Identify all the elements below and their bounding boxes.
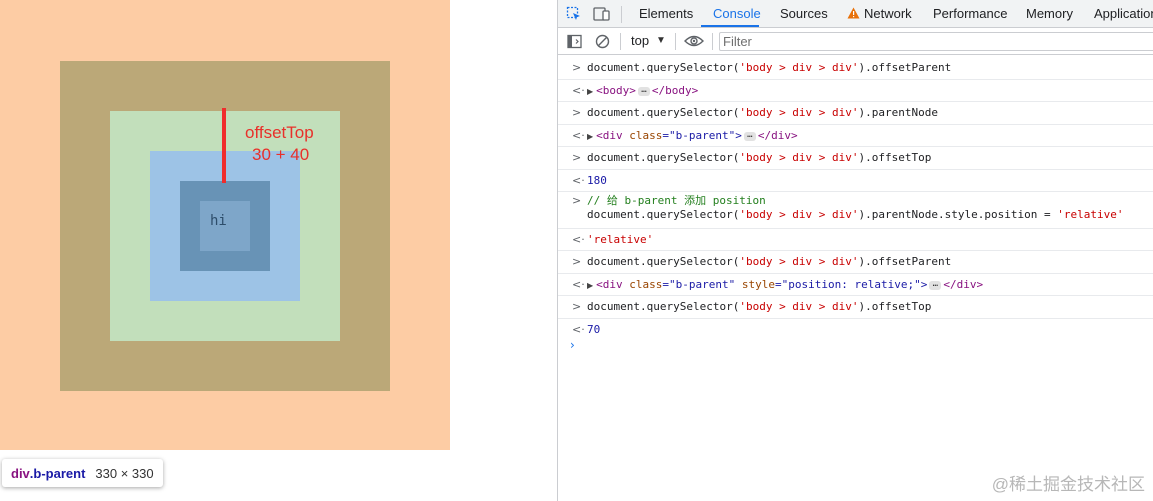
tooltip-size: 330 × 330 — [95, 465, 154, 481]
active-tab-underline — [701, 25, 759, 27]
chevron-down-icon[interactable]: ▼ — [656, 35, 666, 46]
filter-input[interactable] — [719, 32, 1153, 51]
console-output-row: <· 180 — [558, 170, 1153, 192]
sidebar-icon[interactable] — [565, 32, 583, 50]
tab-memory[interactable]: Memory — [1026, 0, 1073, 27]
rendered-page: hi offsetTop 30 + 40 div .b-parent 330 × … — [0, 0, 557, 501]
expand-triangle-icon[interactable]: ▶ — [587, 132, 593, 141]
output-arrow-icon: <· — [572, 129, 585, 142]
input-chevron-icon: > — [572, 194, 582, 207]
context-selector[interactable]: top — [631, 33, 649, 48]
input-chevron-icon: > — [572, 151, 582, 164]
tooltip-class: .b-parent — [29, 465, 86, 481]
tab-sources[interactable]: Sources — [780, 0, 828, 27]
console-output-row: <· 70 — [558, 319, 1153, 341]
input-chevron-icon: > — [572, 300, 582, 313]
inspect-element-icon[interactable] — [565, 5, 583, 23]
console-input-row: > document.querySelector('body > div > di… — [558, 57, 1153, 80]
console-input-row: > document.querySelector('body > div > di… — [558, 251, 1153, 274]
devtools-panel: Elements Console Sources Network Perform… — [557, 0, 1153, 501]
tab-elements[interactable]: Elements — [639, 0, 693, 27]
warning-icon — [846, 6, 860, 20]
watermark: @稀土掘金技术社区 — [991, 475, 1145, 494]
console-output-row: <·'relative' — [558, 229, 1153, 251]
output-arrow-icon: <· — [572, 233, 585, 246]
inner-text-box: hi — [200, 201, 250, 251]
tooltip-tag: div — [11, 465, 30, 481]
toolbar-separator — [675, 33, 676, 50]
input-chevron-icon: > — [572, 106, 582, 119]
tab-network[interactable]: Network — [864, 0, 912, 27]
output-arrow-icon: <· — [572, 84, 585, 97]
element-inspect-tooltip: div .b-parent 330 × 330 — [2, 459, 163, 487]
tab-application[interactable]: Application — [1094, 0, 1153, 27]
console-output-row[interactable]: <· ▶ <div class="b-parent">… </div> — [558, 125, 1153, 147]
console-input-row: > document.querySelector('body > div > di… — [558, 147, 1153, 170]
tab-console[interactable]: Console — [713, 0, 761, 27]
devtools-tabbar: Elements Console Sources Network Perform… — [558, 0, 1153, 28]
expand-triangle-icon[interactable]: ▶ — [587, 87, 593, 96]
console-log: > document.querySelector('body > div > di… — [558, 57, 1153, 341]
output-arrow-icon: <· — [572, 278, 585, 291]
console-input-row: > document.querySelector('body > div > di… — [558, 296, 1153, 319]
tabbar-separator — [621, 6, 622, 23]
console-output-row[interactable]: <· ▶ <body>… </body> — [558, 80, 1153, 102]
console-output-row[interactable]: <· ▶ <div class="b-parent" style="position… — [558, 274, 1153, 296]
ellipsis-icon[interactable]: … — [929, 279, 942, 290]
device-toggle-icon[interactable] — [593, 5, 611, 23]
annotation-offsettop: offsetTop — [245, 123, 314, 142]
annotation-sum: 30 + 40 — [252, 145, 310, 164]
offset-top-indicator-line — [222, 108, 226, 183]
output-arrow-icon: <· — [572, 174, 585, 187]
toolbar-separator — [712, 33, 713, 50]
expand-triangle-icon[interactable]: ▶ — [587, 281, 593, 290]
ellipsis-icon[interactable]: … — [743, 130, 756, 141]
toolbar-separator — [620, 33, 621, 50]
console-input-row: >// 给 b-parent 添加 position document.quer… — [558, 192, 1153, 229]
clear-console-icon[interactable] — [593, 32, 611, 50]
input-chevron-icon: > — [572, 255, 582, 268]
ellipsis-icon[interactable]: … — [637, 85, 650, 96]
eye-icon[interactable] — [684, 32, 704, 50]
input-chevron-icon: > — [572, 61, 582, 74]
console-prompt-icon[interactable]: › — [570, 338, 575, 352]
tab-performance[interactable]: Performance — [933, 0, 1007, 27]
console-toolbar: top ▼ — [558, 28, 1153, 55]
console-input-row: > document.querySelector('body > div > di… — [558, 102, 1153, 125]
